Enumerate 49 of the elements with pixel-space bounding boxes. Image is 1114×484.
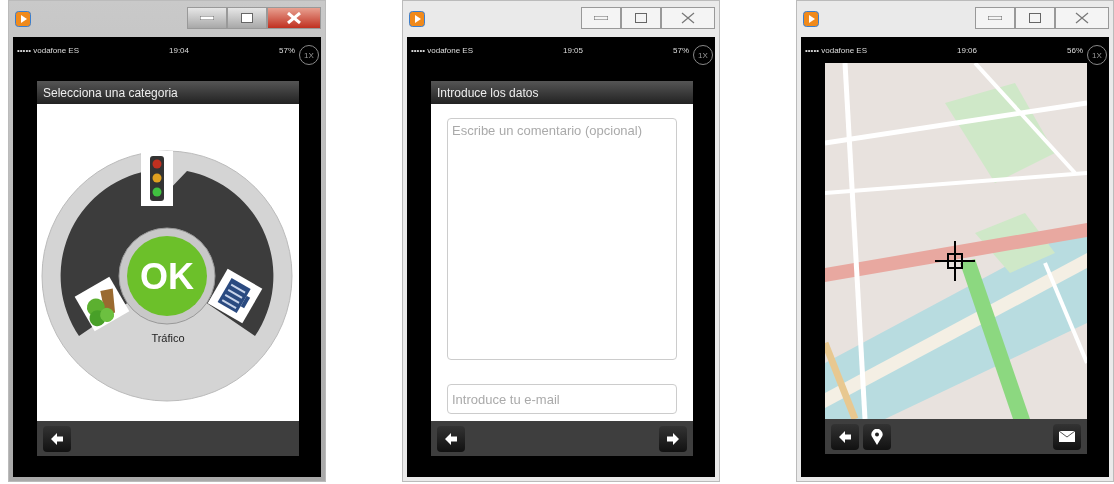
battery-label: 57%: [673, 45, 689, 55]
carrier-label: ••••• vodafone ES: [411, 45, 474, 55]
minimize-icon: [988, 16, 1002, 20]
arrow-left-icon: [444, 431, 458, 446]
play-icon: [803, 11, 819, 27]
battery-label: 56%: [1067, 45, 1083, 55]
mail-button[interactable]: [1053, 423, 1081, 450]
carrier-label: ••••• vodafone ES: [17, 45, 80, 55]
comment-field[interactable]: Escribe un comentario (opcional): [447, 118, 677, 360]
back-button[interactable]: [831, 423, 859, 450]
maximize-button[interactable]: [1015, 7, 1055, 29]
close-icon: [1074, 12, 1090, 24]
email-field[interactable]: Introduce tu e-mail: [447, 384, 677, 414]
maximize-button[interactable]: [621, 7, 661, 29]
forward-button[interactable]: [659, 425, 687, 452]
arrow-left-icon: [838, 429, 852, 444]
mail-icon: [1059, 431, 1075, 442]
carrier-label: ••••• vodafone ES: [805, 45, 868, 55]
screen-header: Introduce los datos: [431, 81, 693, 104]
close-icon: [680, 12, 696, 24]
play-icon: [15, 11, 31, 27]
clock-label: 19:05: [563, 45, 584, 55]
maximize-icon: [1029, 13, 1041, 23]
minimize-button[interactable]: [975, 7, 1015, 29]
screen-header: Selecciona una categoria: [37, 81, 299, 104]
battery-label: 57%: [279, 45, 295, 55]
category-label: Tráfico: [150, 332, 186, 344]
location-button[interactable]: [863, 423, 891, 450]
arrow-right-icon: [666, 431, 680, 446]
arrow-left-icon: [50, 431, 64, 446]
close-button[interactable]: [661, 7, 715, 29]
minimize-icon: [594, 16, 608, 20]
close-icon: [286, 12, 302, 24]
minimize-icon: [200, 16, 214, 20]
minimize-button[interactable]: [581, 7, 621, 29]
map-pin-icon: [871, 428, 883, 445]
clock-label: 19:06: [957, 45, 978, 55]
back-button[interactable]: [437, 425, 465, 452]
maximize-icon: [635, 13, 647, 23]
back-button[interactable]: [43, 425, 71, 452]
close-button[interactable]: [267, 7, 321, 29]
maximize-button[interactable]: [227, 7, 267, 29]
play-icon: [409, 11, 425, 27]
crosshair-icon: [935, 241, 975, 281]
close-button[interactable]: [1055, 7, 1109, 29]
maximize-icon: [241, 13, 253, 23]
clock-label: 19:04: [169, 45, 190, 55]
minimize-button[interactable]: [187, 7, 227, 29]
traffic-light-icon[interactable]: [141, 151, 173, 206]
